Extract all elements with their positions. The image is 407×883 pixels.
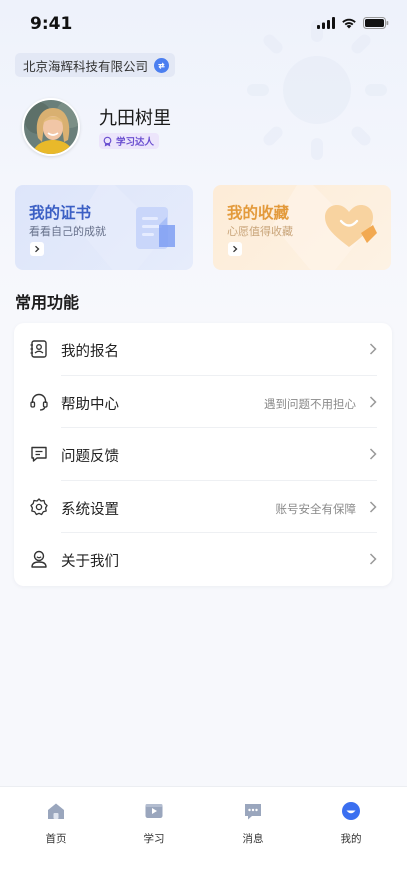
- list-item-hint: 账号安全有保障: [275, 501, 357, 516]
- chevron-right-icon: [369, 396, 377, 408]
- avatar[interactable]: [22, 98, 80, 156]
- user-name: 九田树里: [99, 108, 171, 129]
- headset-icon: [30, 393, 48, 411]
- company-name: 北京海辉科技有限公司: [23, 58, 149, 74]
- tab-home[interactable]: 首页: [26, 801, 86, 851]
- list-item-label: 系统设置: [61, 501, 119, 518]
- chevron-right-icon: [369, 343, 377, 355]
- card-subtitle: 看看自己的成就: [29, 225, 106, 238]
- my-favorites-card[interactable]: 我的收藏 心愿值得收藏: [213, 185, 391, 270]
- status-icons: [317, 17, 389, 29]
- status-bar: 9:41: [0, 0, 407, 48]
- list-item-label: 问题反馈: [61, 449, 119, 466]
- my-certificates-card[interactable]: 我的证书 看看自己的成就: [15, 185, 193, 270]
- chevron-right-icon[interactable]: [30, 242, 44, 256]
- tab-label: 消息: [242, 833, 264, 845]
- tab-label: 学习: [143, 833, 165, 845]
- certificate-icon: [136, 207, 175, 249]
- function-list: 我的报名 帮助中心 遇到问题不用担心 问题反馈 系统设置 账号安全有保障 关于我…: [14, 323, 392, 586]
- card-subtitle: 心愿值得收藏: [227, 225, 293, 238]
- cellular-signal-icon: [317, 17, 335, 29]
- list-item-help-center[interactable]: 帮助中心 遇到问题不用担心: [14, 376, 392, 429]
- list-item-label: 我的报名: [61, 344, 119, 360]
- tab-label: 我的: [340, 833, 362, 845]
- message-icon: [245, 804, 261, 820]
- battery-icon: [363, 17, 389, 29]
- medal-icon: [103, 136, 112, 147]
- tab-messages[interactable]: 消息: [223, 801, 283, 851]
- list-item-my-registration[interactable]: 我的报名: [14, 323, 392, 376]
- tab-study[interactable]: 学习: [124, 801, 184, 851]
- tab-bar: 首页 学习 消息 我的: [0, 786, 407, 883]
- user-badge-label: 学习达人: [116, 137, 155, 148]
- user-badge: 学习达人: [99, 133, 160, 149]
- settings-icon: [30, 498, 48, 515]
- registration-icon: [30, 340, 47, 358]
- header-background: [0, 0, 407, 320]
- card-title: 我的证书: [29, 204, 92, 222]
- profile-icon: [342, 802, 360, 820]
- company-switcher[interactable]: 北京海辉科技有限公司: [15, 53, 176, 77]
- list-item-label: 关于我们: [61, 554, 119, 571]
- card-title: 我的收藏: [227, 204, 290, 222]
- feedback-icon: [31, 446, 47, 462]
- chevron-right-icon[interactable]: [228, 242, 242, 256]
- study-icon: [145, 804, 163, 818]
- list-item-hint: 遇到问题不用担心: [264, 396, 356, 411]
- section-title: 常用功能: [15, 293, 80, 312]
- about-icon: [31, 551, 47, 569]
- chevron-right-icon: [369, 448, 377, 460]
- list-item-feedback[interactable]: 问题反馈: [14, 428, 392, 481]
- switch-company-icon[interactable]: [154, 57, 170, 73]
- list-item-settings[interactable]: 系统设置 账号安全有保障: [14, 481, 392, 534]
- list-item-about-us[interactable]: 关于我们: [14, 533, 392, 586]
- heart-icon: [325, 205, 377, 247]
- chevron-right-icon: [369, 553, 377, 565]
- tab-label: 首页: [45, 833, 67, 845]
- list-item-label: 帮助中心: [61, 396, 119, 413]
- wifi-icon: [342, 18, 356, 29]
- home-icon: [48, 803, 64, 819]
- tab-profile[interactable]: 我的: [321, 801, 381, 851]
- status-time: 9:41: [30, 14, 73, 34]
- chevron-right-icon: [369, 501, 377, 513]
